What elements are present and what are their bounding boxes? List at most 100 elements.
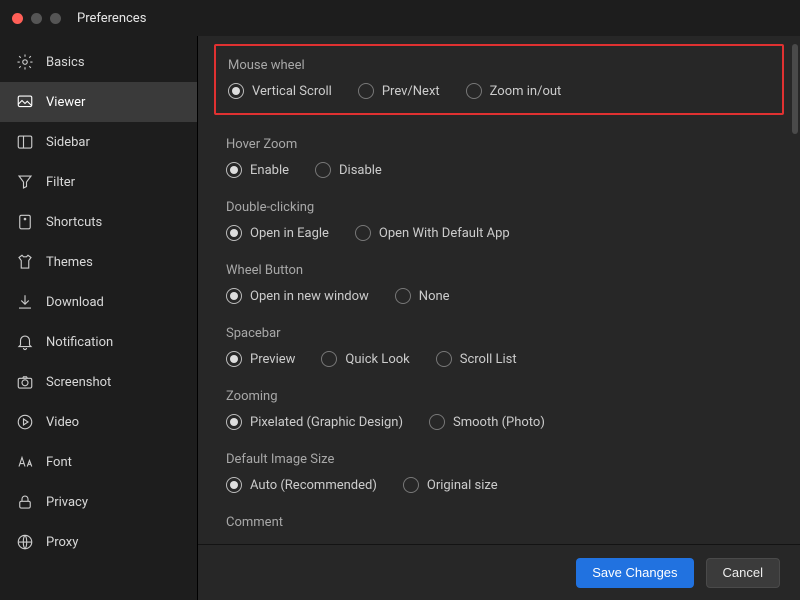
setting-group: Spacebar Preview Quick Look Scroll List	[226, 326, 772, 367]
sidebar-item-screenshot[interactable]: Screenshot	[0, 362, 197, 402]
radio-option[interactable]: Original size	[403, 477, 498, 493]
setting-group: Zooming Pixelated (Graphic Design) Smooth …	[226, 389, 772, 430]
options-row: Pixelated (Graphic Design) Smooth (Photo)	[226, 414, 772, 430]
radio-option[interactable]: Smooth (Photo)	[429, 414, 545, 430]
group-title: Default Image Size	[226, 452, 772, 467]
radio-ring-icon	[226, 414, 242, 430]
sidebar-item-label: Download	[46, 295, 104, 310]
sidebar-item-label: Video	[46, 415, 79, 430]
sidebar-item-viewer[interactable]: Viewer	[0, 82, 197, 122]
radio-option[interactable]: Prev/Next	[358, 83, 440, 99]
setting-group: Wheel ButtonOpen in new windowNone	[226, 263, 772, 304]
radio-ring-icon	[395, 288, 411, 304]
sidebar-item-download[interactable]: Download	[0, 282, 197, 322]
footer: Save Changes Cancel	[198, 544, 800, 600]
radio-option[interactable]: Open in new window	[226, 288, 369, 304]
radio-option[interactable]: Preview	[226, 351, 295, 367]
sidebar-item-label: Proxy	[46, 535, 78, 550]
group-title: Spacebar	[226, 326, 772, 341]
sidebar-item-privacy[interactable]: Privacy	[0, 482, 197, 522]
bell-icon	[16, 333, 34, 351]
radio-ring-icon	[436, 351, 452, 367]
radio-ring-icon	[228, 83, 244, 99]
sidebar-item-filter[interactable]: Filter	[0, 162, 197, 202]
sidebar-item-notification[interactable]: Notification	[0, 322, 197, 362]
radio-label: Open in Eagle	[250, 226, 329, 241]
globe-icon	[16, 533, 34, 551]
radio-ring-icon	[466, 83, 482, 99]
group-title: Zooming	[226, 389, 772, 404]
close-window-button[interactable]	[12, 13, 23, 24]
download-icon	[16, 293, 34, 311]
camera-icon	[16, 373, 34, 391]
image-icon	[16, 93, 34, 111]
radio-ring-icon	[226, 162, 242, 178]
radio-option[interactable]: Disable	[315, 162, 382, 178]
options-row: Preview Quick Look Scroll List	[226, 351, 772, 367]
sidebar-item-label: Notification	[46, 335, 113, 350]
radio-ring-icon	[403, 477, 419, 493]
options-row: Open in Eagle Open With Default App	[226, 225, 772, 241]
setting-group: Double-clicking Open in Eagle Open With De…	[226, 200, 772, 241]
sidebar-item-label: Basics	[46, 55, 85, 70]
highlighted-group: Mouse wheel Vertical Scroll Prev/Next Zoom …	[214, 44, 784, 115]
radio-label: Smooth (Photo)	[453, 415, 545, 430]
sidebar-item-sidebar[interactable]: Sidebar	[0, 122, 197, 162]
sidebar-item-shortcuts[interactable]: Shortcuts	[0, 202, 197, 242]
tag-icon	[16, 213, 34, 231]
radio-label: Original size	[427, 478, 498, 493]
radio-option[interactable]: Zoom in/out	[466, 83, 562, 99]
radio-ring-icon	[226, 225, 242, 241]
cancel-button[interactable]: Cancel	[706, 558, 780, 588]
content-scroll: Mouse wheel Vertical Scroll Prev/Next Zoom …	[198, 36, 800, 544]
save-changes-button[interactable]: Save Changes	[576, 558, 693, 588]
radio-option[interactable]: Scroll List	[436, 351, 517, 367]
radio-ring-icon	[321, 351, 337, 367]
sidebar-item-label: Viewer	[46, 95, 85, 110]
sidebar-item-basics[interactable]: Basics	[0, 42, 197, 82]
radio-option[interactable]: Vertical Scroll	[228, 83, 332, 99]
radio-ring-icon	[429, 414, 445, 430]
sidebar-item-label: Shortcuts	[46, 215, 102, 230]
radio-label: Enable	[250, 163, 289, 178]
sidebar-item-font[interactable]: Font	[0, 442, 197, 482]
group-title: Double-clicking	[226, 200, 772, 215]
sidebar-item-proxy[interactable]: Proxy	[0, 522, 197, 562]
radio-ring-icon	[358, 83, 374, 99]
radio-label: Vertical Scroll	[252, 84, 332, 99]
radio-option[interactable]: Open in Eagle	[226, 225, 329, 241]
radio-option[interactable]: Quick Look	[321, 351, 409, 367]
scrollbar[interactable]	[792, 44, 798, 134]
sidebar-item-label: Screenshot	[46, 375, 111, 390]
setting-group: Hover ZoomEnableDisable	[226, 137, 772, 178]
window-title: Preferences	[77, 11, 146, 26]
radio-option[interactable]: Auto (Recommended)	[226, 477, 377, 493]
options-row: Auto (Recommended) Original size	[226, 477, 772, 493]
setting-group: Comment	[226, 515, 772, 540]
play-icon	[16, 413, 34, 431]
group-title: Comment	[226, 515, 772, 530]
sidebar-item-video[interactable]: Video	[0, 402, 197, 442]
sidebar-item-themes[interactable]: Themes	[0, 242, 197, 282]
options-row: Vertical Scroll Prev/Next Zoom in/out	[228, 83, 770, 99]
radio-ring-icon	[226, 351, 242, 367]
preferences-sidebar: Basics Viewer SidebarFilter Shortcuts Themes…	[0, 36, 198, 600]
radio-label: Auto (Recommended)	[250, 478, 377, 493]
radio-option[interactable]: Open With Default App	[355, 225, 510, 241]
radio-label: Scroll List	[460, 352, 517, 367]
radio-option[interactable]: None	[395, 288, 450, 304]
setting-group: Default Image Size Auto (Recommended) Orig…	[226, 452, 772, 493]
sidebar-item-label: Font	[46, 455, 72, 470]
radio-label: Open With Default App	[379, 226, 510, 241]
radio-option[interactable]: Pixelated (Graphic Design)	[226, 414, 403, 430]
minimize-window-button[interactable]	[31, 13, 42, 24]
radio-ring-icon	[315, 162, 331, 178]
shirt-icon	[16, 253, 34, 271]
zoom-window-button[interactable]	[50, 13, 61, 24]
sidebar-item-label: Privacy	[46, 495, 88, 510]
radio-label: None	[419, 289, 450, 304]
radio-ring-icon	[355, 225, 371, 241]
sidebar-item-label: Themes	[46, 255, 93, 270]
radio-option[interactable]: Enable	[226, 162, 289, 178]
group-title: Mouse wheel	[228, 58, 770, 73]
